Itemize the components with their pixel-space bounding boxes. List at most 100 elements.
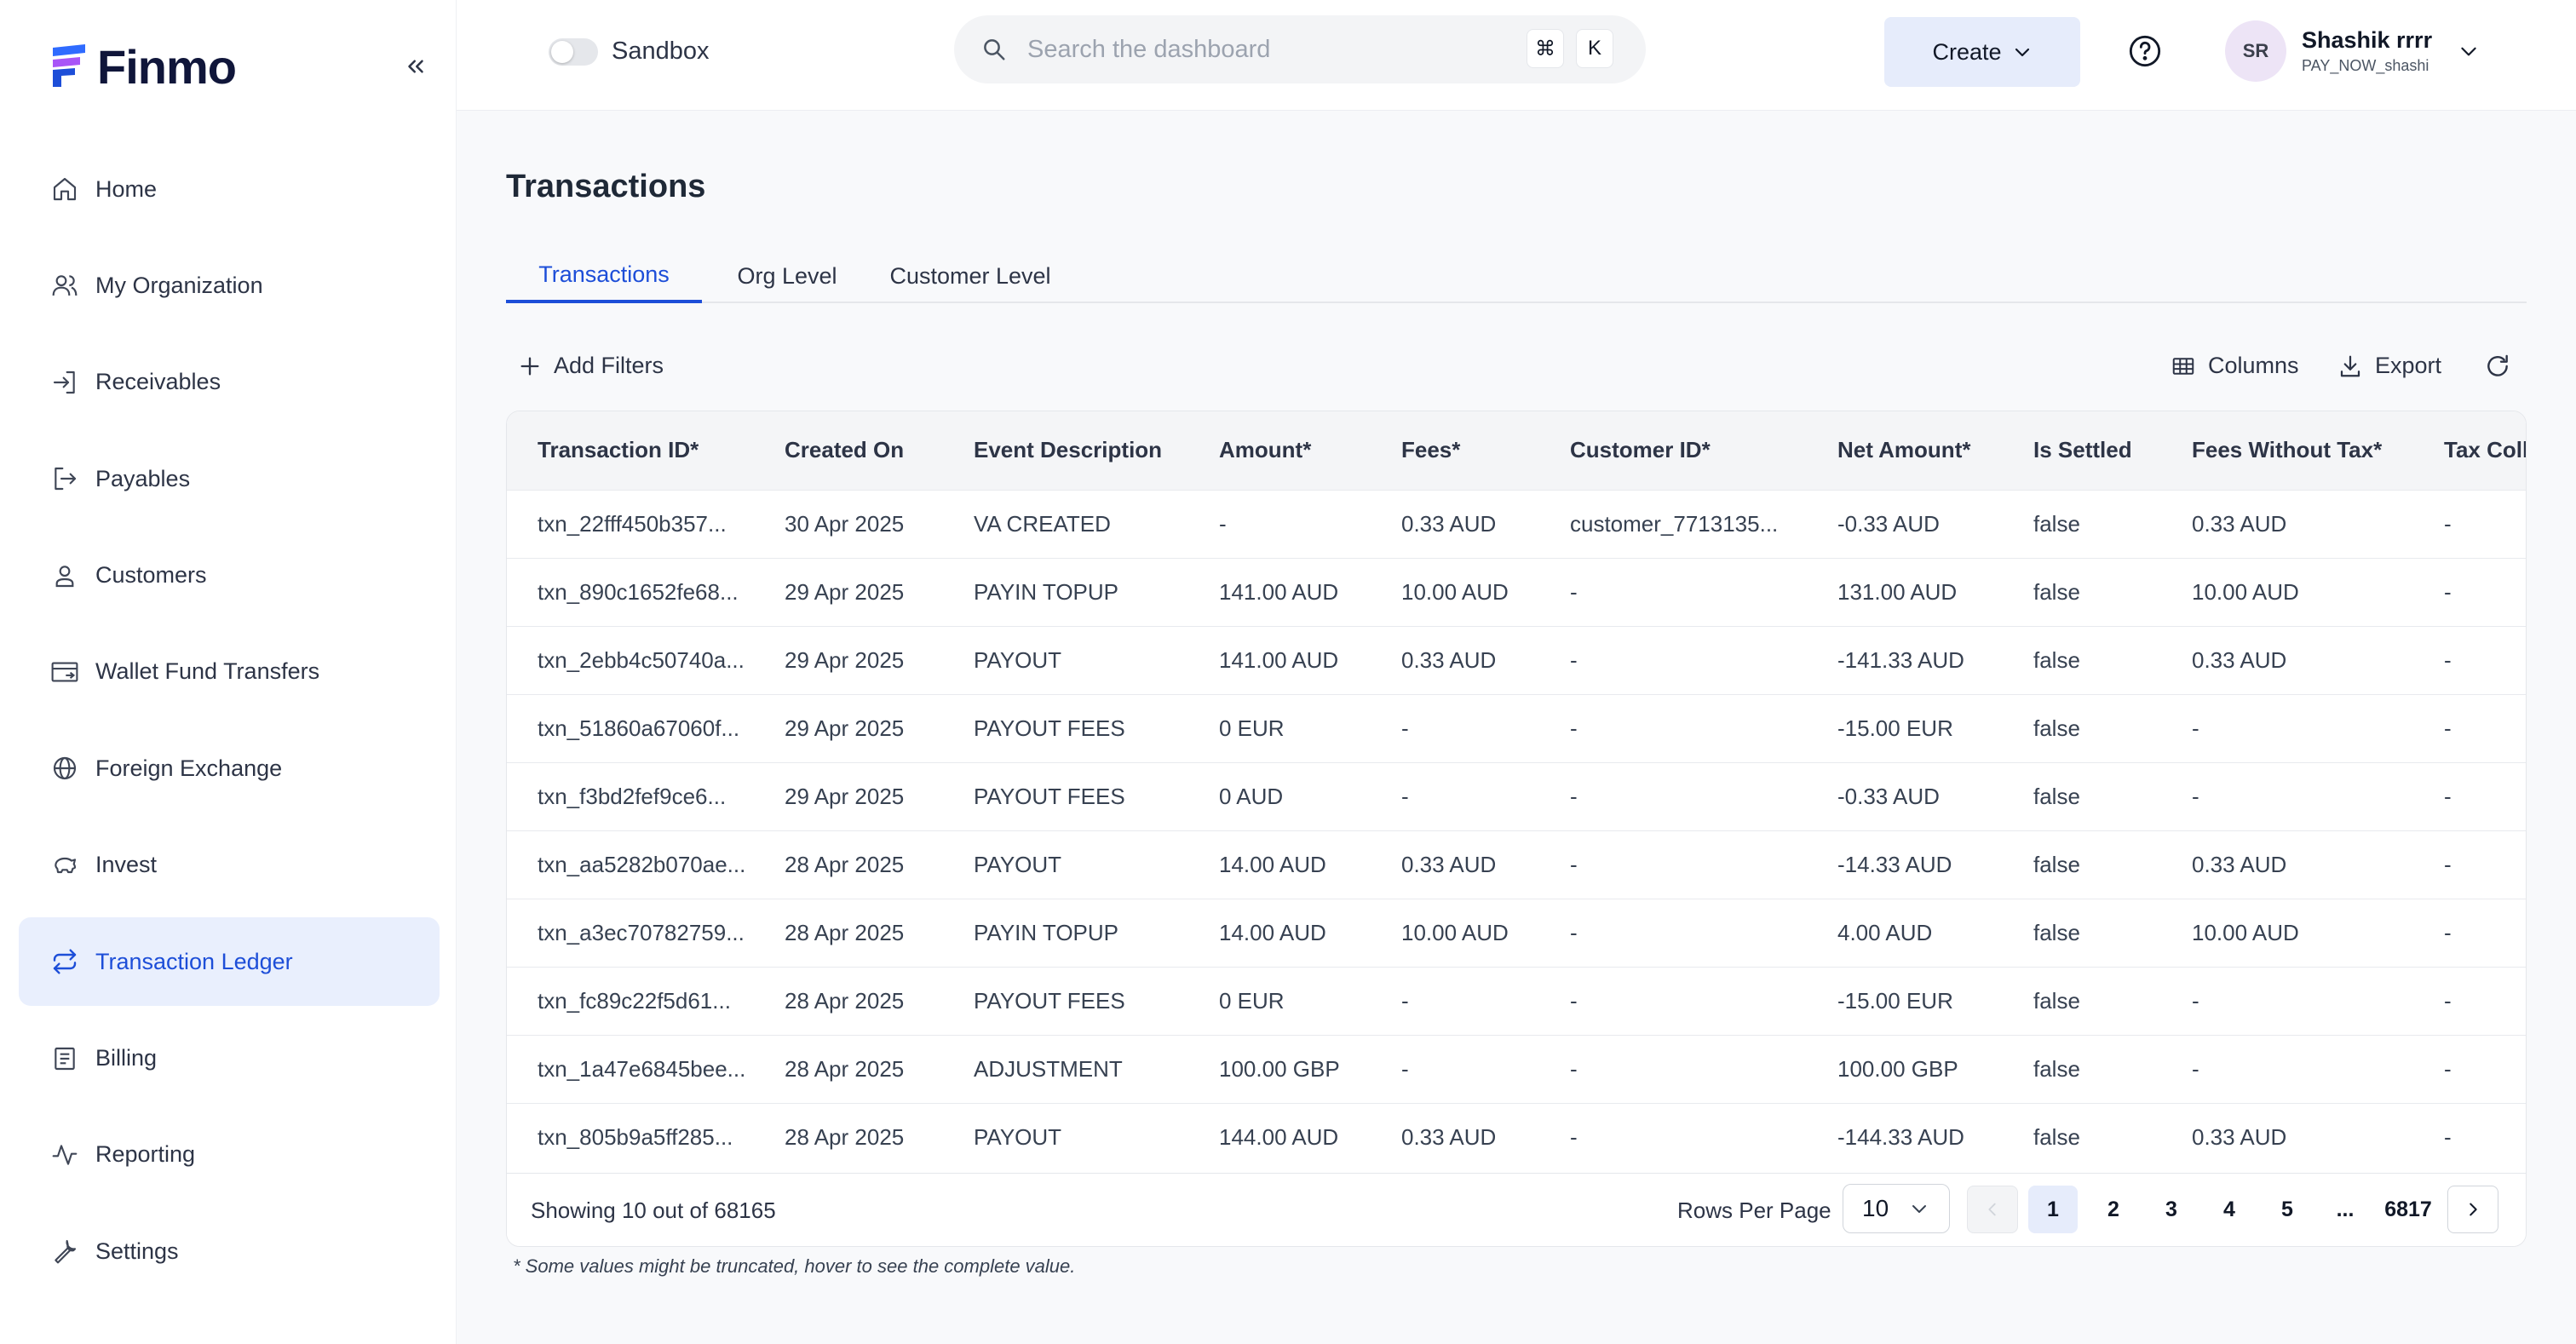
page-button-1[interactable]: 1 bbox=[2028, 1186, 2078, 1233]
rows-per-page-value: 10 bbox=[1862, 1195, 1889, 1221]
cell-net-amount: 131.00 AUD bbox=[1837, 578, 1958, 605]
table-row[interactable]: txn_a3ec70782759... 28 Apr 2025 PAYIN TO… bbox=[507, 899, 2526, 967]
sidebar-item-foreign-exchange[interactable]: Foreign Exchange bbox=[19, 724, 440, 813]
sidebar-item-label: Transaction Ledger bbox=[95, 948, 293, 974]
table-row[interactable]: txn_890c1652fe68... 29 Apr 2025 PAYIN TO… bbox=[507, 558, 2526, 626]
cell-net-amount: -0.33 AUD bbox=[1837, 510, 1940, 537]
cell-amount: 0 EUR bbox=[1219, 715, 1285, 741]
column-header-customer-id[interactable]: Customer ID* bbox=[1570, 411, 1837, 490]
sidebar-item-label: Reporting bbox=[95, 1141, 196, 1168]
sidebar-item-label: Wallet Fund Transfers bbox=[95, 658, 320, 685]
cell-customer-id: customer_7713135... bbox=[1570, 510, 1779, 537]
search-input[interactable] bbox=[1026, 34, 1503, 65]
previous-page-button[interactable] bbox=[1967, 1186, 2018, 1233]
cell-transaction-id: txn_1a47e6845bee... bbox=[538, 1055, 746, 1082]
chevron-right-icon bbox=[2470, 1203, 2477, 1216]
page-button-5[interactable]: 5 bbox=[2262, 1186, 2313, 1233]
column-header-is-settled[interactable]: Is Settled bbox=[2033, 411, 2192, 490]
sidebar-item-invest[interactable]: Invest bbox=[19, 821, 440, 910]
shortcut-key-k: K bbox=[1576, 29, 1613, 68]
column-header-event-description[interactable]: Event Description bbox=[974, 411, 1219, 490]
cell-event-description: PAYOUT bbox=[974, 646, 1062, 673]
columns-button[interactable]: Columns bbox=[2171, 353, 2299, 379]
sidebar-item-label: My Organization bbox=[95, 272, 263, 298]
receipt-icon bbox=[49, 1043, 80, 1074]
cell-net-amount: -0.33 AUD bbox=[1837, 783, 1940, 809]
cell-event-description: VA CREATED bbox=[974, 510, 1111, 537]
sidebar-item-my-organization[interactable]: My Organization bbox=[19, 241, 440, 330]
page-button-3[interactable]: 3 bbox=[2146, 1186, 2197, 1233]
help-button[interactable] bbox=[2128, 34, 2162, 68]
column-header-tax-collected[interactable]: Tax Collected bbox=[2444, 411, 2526, 490]
sidebar-item-label: Settings bbox=[95, 1238, 179, 1264]
finmo-logo[interactable]: Finmo bbox=[49, 39, 237, 94]
column-header-net-amount[interactable]: Net Amount* bbox=[1837, 411, 2033, 490]
table-row[interactable]: txn_aa5282b070ae... 28 Apr 2025 PAYOUT 1… bbox=[507, 830, 2526, 899]
table-row[interactable]: txn_805b9a5ff285... 28 Apr 2025 PAYOUT 1… bbox=[507, 1103, 2526, 1171]
column-header-created-on[interactable]: Created On bbox=[785, 411, 974, 490]
export-button[interactable]: Export bbox=[2337, 353, 2441, 379]
page-button-4[interactable]: 4 bbox=[2204, 1186, 2255, 1233]
tab-org-level[interactable]: Org Level bbox=[702, 249, 872, 303]
next-page-button[interactable] bbox=[2447, 1186, 2498, 1233]
cell-net-amount: -15.00 EUR bbox=[1837, 987, 1953, 1014]
sidebar-item-settings[interactable]: Settings bbox=[19, 1207, 440, 1295]
sandbox-toggle[interactable]: Sandbox bbox=[549, 37, 710, 66]
cell-fees-without-tax: 0.33 AUD bbox=[2192, 646, 2287, 673]
page-button-2[interactable]: 2 bbox=[2088, 1186, 2139, 1233]
column-header-fees-without-tax[interactable]: Fees Without Tax* bbox=[2192, 411, 2444, 490]
user-name: Shashik rrrr bbox=[2302, 27, 2433, 53]
cell-is-settled: false bbox=[2033, 919, 2080, 945]
page-button-last[interactable]: 6817 bbox=[2374, 1186, 2442, 1233]
finmo-logo-text: Finmo bbox=[97, 39, 237, 94]
column-header-amount[interactable]: Amount* bbox=[1219, 411, 1401, 490]
user-menu[interactable]: SR Shashik rrrr PAY_NOW_shashi bbox=[2225, 20, 2480, 82]
chevron-down-icon bbox=[2015, 48, 2029, 57]
cell-amount: 0 AUD bbox=[1219, 783, 1284, 809]
wallet-transfer-icon bbox=[49, 657, 80, 687]
column-header-transaction-id[interactable]: Transaction ID* bbox=[507, 411, 785, 490]
sidebar-item-payables[interactable]: Payables bbox=[19, 434, 440, 523]
cell-created-on: 29 Apr 2025 bbox=[785, 715, 905, 741]
table-row[interactable]: txn_1a47e6845bee... 28 Apr 2025 ADJUSTME… bbox=[507, 1035, 2526, 1103]
column-header-fees[interactable]: Fees* bbox=[1401, 411, 1570, 490]
cell-fees: 10.00 AUD bbox=[1401, 919, 1509, 945]
collapse-sidebar-button[interactable] bbox=[399, 49, 433, 83]
cell-created-on: 28 Apr 2025 bbox=[785, 1123, 905, 1150]
tab-transactions[interactable]: Transactions bbox=[506, 249, 702, 303]
create-button[interactable]: Create bbox=[1884, 17, 2080, 87]
table-row[interactable]: txn_2ebb4c50740a... 29 Apr 2025 PAYOUT 1… bbox=[507, 626, 2526, 694]
cell-is-settled: false bbox=[2033, 578, 2080, 605]
refresh-button[interactable] bbox=[2484, 353, 2511, 380]
cell-event-description: PAYOUT FEES bbox=[974, 987, 1125, 1014]
cell-event-description: ADJUSTMENT bbox=[974, 1055, 1123, 1082]
sidebar-item-label: Home bbox=[95, 175, 158, 202]
chevron-left-icon bbox=[1988, 1203, 1996, 1216]
table-row[interactable]: txn_f3bd2fef9ce6... 29 Apr 2025 PAYOUT F… bbox=[507, 762, 2526, 830]
search-bar[interactable]: ⌘ K bbox=[954, 15, 1646, 83]
sidebar-item-receivables[interactable]: Receivables bbox=[19, 338, 440, 427]
cell-fees: 0.33 AUD bbox=[1401, 510, 1497, 537]
sidebar-item-billing[interactable]: Billing bbox=[19, 1014, 440, 1103]
sidebar-item-home[interactable]: Home bbox=[19, 145, 440, 233]
tab-customer-level[interactable]: Customer Level bbox=[872, 249, 1068, 303]
cell-is-settled: false bbox=[2033, 646, 2080, 673]
cell-event-description: PAYOUT bbox=[974, 851, 1062, 877]
table-row[interactable]: txn_51860a67060f... 29 Apr 2025 PAYOUT F… bbox=[507, 694, 2526, 762]
help-circle-icon bbox=[2129, 35, 2161, 67]
cell-amount: 141.00 AUD bbox=[1219, 578, 1339, 605]
sidebar-item-transaction-ledger[interactable]: Transaction Ledger bbox=[19, 917, 440, 1007]
sandbox-switch[interactable] bbox=[549, 37, 598, 66]
table-row[interactable]: txn_fc89c22f5d61... 28 Apr 2025 PAYOUT F… bbox=[507, 967, 2526, 1035]
sidebar-item-wallet-fund-transfers[interactable]: Wallet Fund Transfers bbox=[19, 628, 440, 716]
sidebar-item-customers[interactable]: Customers bbox=[19, 531, 440, 620]
cell-tax-collected: - bbox=[2444, 646, 2452, 673]
table-row[interactable]: txn_22fff450b357... 30 Apr 2025 VA CREAT… bbox=[507, 490, 2526, 558]
sidebar-item-reporting[interactable]: Reporting bbox=[19, 1111, 440, 1199]
cell-fees: - bbox=[1401, 715, 1409, 741]
rows-per-page-select[interactable]: 10 bbox=[1843, 1184, 1950, 1233]
cell-created-on: 28 Apr 2025 bbox=[785, 987, 905, 1014]
add-filters-button[interactable]: Add Filters bbox=[518, 353, 664, 379]
cell-transaction-id: txn_22fff450b357... bbox=[538, 510, 727, 537]
cell-net-amount: 100.00 GBP bbox=[1837, 1055, 1958, 1082]
